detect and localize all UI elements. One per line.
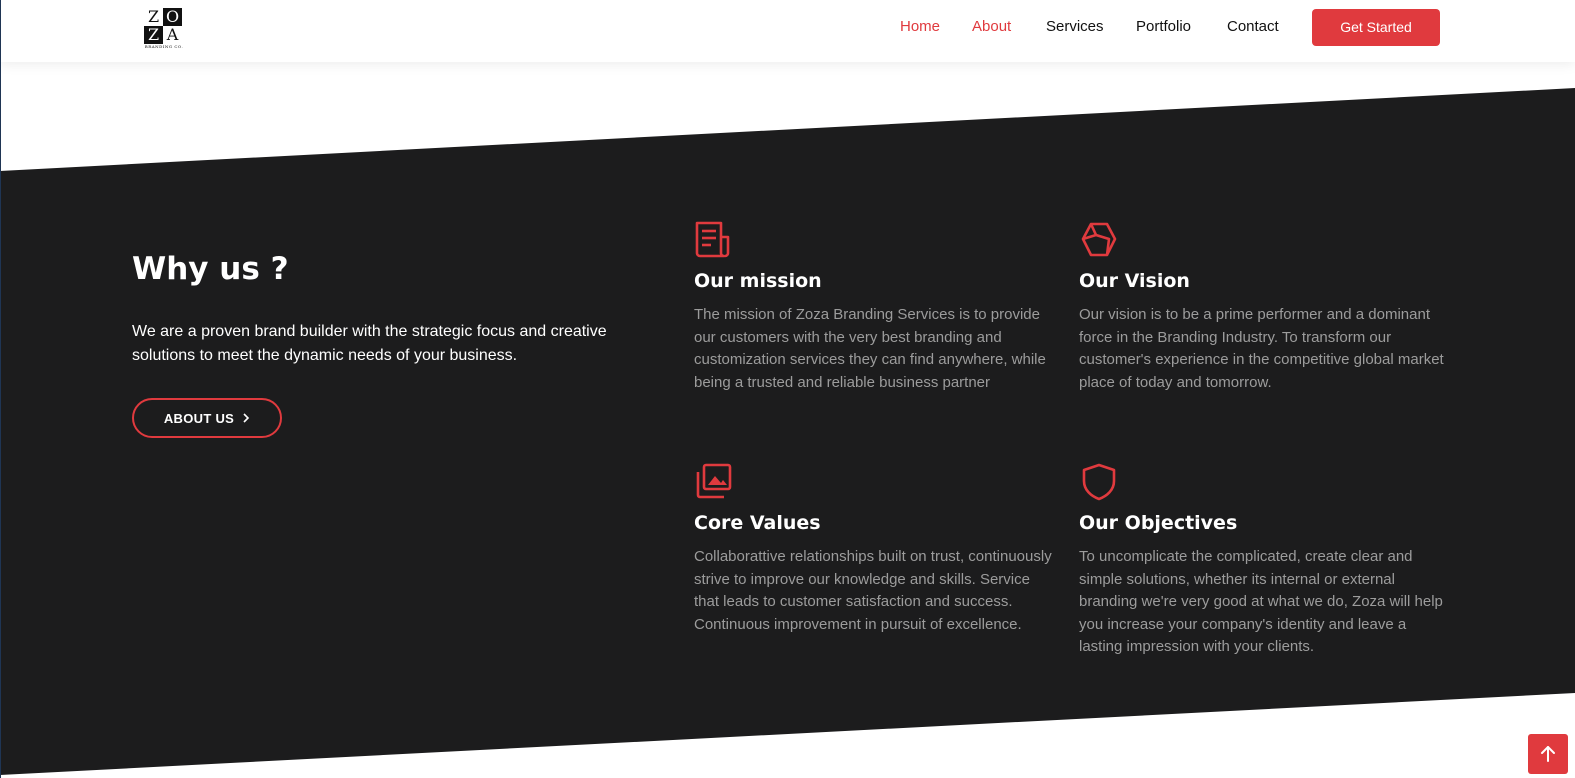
page-edge	[0, 0, 1, 778]
card-title: Our Vision	[1079, 270, 1190, 292]
nav-about[interactable]: About	[972, 17, 1011, 37]
logo-letter: A	[163, 26, 182, 44]
logo-letter: Z	[144, 8, 163, 26]
nav-contact[interactable]: Contact	[1227, 17, 1279, 37]
logo-mark: Z O Z A	[144, 8, 182, 44]
box-icon	[1079, 220, 1119, 260]
logo-letter: O	[163, 8, 182, 26]
shield-icon	[1079, 462, 1119, 502]
card-title: Our Objectives	[1079, 512, 1238, 534]
logo-subtitle: BRANDING CO.	[144, 44, 184, 49]
about-us-button[interactable]: ABOUT US	[132, 398, 282, 438]
card-text: Collaborattive relationships built on tr…	[694, 548, 1052, 633]
arrow-up-icon	[1541, 746, 1555, 762]
images-icon	[694, 462, 734, 502]
section-title: Why us ?	[132, 251, 289, 287]
get-started-button[interactable]: Get Started	[1312, 9, 1440, 46]
card-text: To uncomplicate the complicated, create …	[1079, 548, 1443, 655]
nav-portfolio[interactable]: Portfolio	[1136, 17, 1191, 37]
card-title: Core Values	[694, 512, 821, 534]
card-title: Our mission	[694, 270, 822, 292]
nav-home[interactable]: Home	[900, 17, 940, 37]
why-us-section: Why us ? We are a proven brand builder w…	[0, 0, 1575, 778]
site-header: Z O Z A BRANDING CO. Home About Services…	[0, 0, 1575, 62]
nav-services[interactable]: Services	[1046, 17, 1104, 37]
newspaper-icon	[694, 220, 734, 260]
zoza-logo[interactable]: Z O Z A BRANDING CO.	[144, 8, 184, 50]
chevron-right-icon	[242, 400, 250, 436]
back-to-top-button[interactable]	[1528, 734, 1568, 774]
page: Z O Z A BRANDING CO. Home About Services…	[0, 0, 1575, 778]
section-description: We are a proven brand builder with the s…	[132, 323, 607, 364]
logo-letter: Z	[144, 26, 163, 44]
card-text: Our vision is to be a prime performer an…	[1079, 306, 1444, 391]
card-text: The mission of Zoza Branding Services is…	[694, 306, 1046, 391]
about-us-button-label: ABOUT US	[163, 411, 235, 426]
